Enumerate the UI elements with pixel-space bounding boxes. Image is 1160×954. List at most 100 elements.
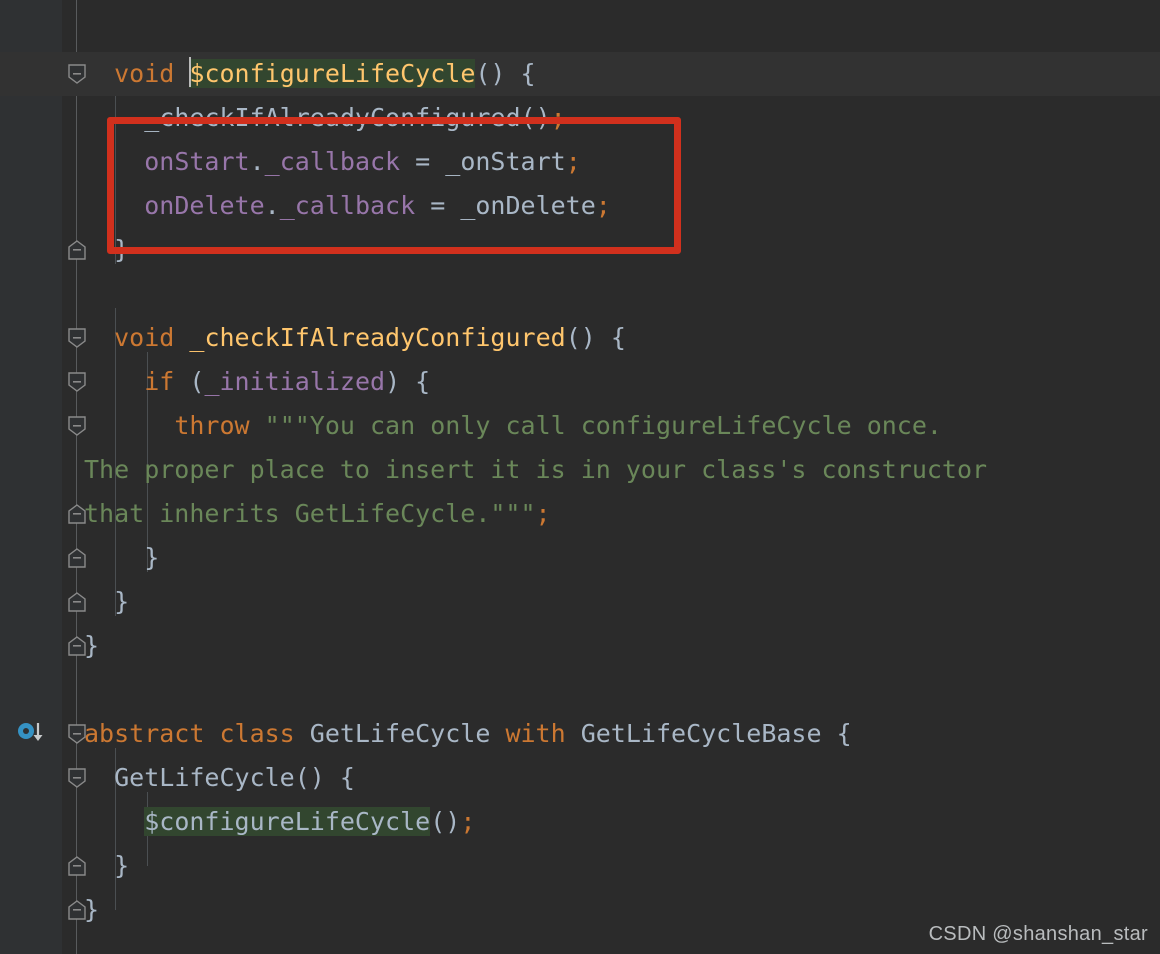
code-line[interactable] (0, 272, 1160, 316)
code-token: that inherits GetLifeCycle.""" (84, 499, 536, 528)
code-line-text: } (84, 228, 129, 272)
fold-marker-up-icon[interactable] (66, 546, 88, 570)
code-token: GetLifeCycleBase { (565, 719, 852, 748)
text-caret (189, 57, 192, 87)
code-token: onDelete (144, 191, 265, 220)
watermark: CSDN @shanshan_star (928, 923, 1148, 945)
fold-marker-down-icon[interactable] (66, 62, 88, 86)
code-token: . (249, 147, 265, 176)
overridden-member-icon[interactable] (16, 720, 50, 748)
code-editor[interactable]: void $configureLifeCycle() { _checkIfAlr… (0, 0, 1160, 954)
code-token: ( (174, 367, 205, 396)
code-token: ; (460, 807, 476, 836)
code-token: } (84, 587, 130, 616)
code-line[interactable]: } (0, 844, 1160, 888)
fold-marker-up-icon[interactable] (66, 898, 88, 922)
code-line-text: void _checkIfAlreadyConfigured() { (84, 316, 626, 360)
code-token: with (505, 719, 566, 748)
fold-marker-up-icon[interactable] (66, 854, 88, 878)
highlighted-occurrence: $configureLifeCycle (189, 57, 476, 88)
code-line[interactable]: void _checkIfAlreadyConfigured() { (0, 316, 1160, 360)
code-line[interactable]: } (0, 536, 1160, 580)
fold-marker-down-icon[interactable] (66, 722, 88, 746)
code-token: () { (475, 59, 536, 88)
code-line[interactable]: The proper place to insert it is in your… (0, 448, 1160, 492)
code-line-text: GetLifeCycle() { (84, 756, 355, 800)
code-line-text: $configureLifeCycle(); (84, 800, 475, 844)
code-line[interactable]: onStart._callback = _onStart; (0, 140, 1160, 184)
fold-marker-down-icon[interactable] (66, 414, 88, 438)
code-line[interactable]: abstract class GetLifeCycle with GetLife… (0, 712, 1160, 756)
code-token: ; (550, 103, 566, 132)
code-line[interactable]: _checkIfAlreadyConfigured(); (0, 96, 1160, 140)
code-line-text: The proper place to insert it is in your… (84, 448, 987, 492)
code-token: _onStart (445, 147, 566, 176)
code-token: throw (174, 411, 250, 440)
code-line[interactable]: } (0, 228, 1160, 272)
fold-marker-down-icon[interactable] (66, 766, 88, 790)
code-token: _checkIfAlreadyConfigured (144, 103, 521, 132)
code-line[interactable]: that inherits GetLifeCycle."""; (0, 492, 1160, 536)
code-line-text: onStart._callback = _onStart; (84, 140, 581, 184)
highlighted-occurrence: $configureLifeCycle (144, 807, 431, 836)
code-line-text: abstract class GetLifeCycle with GetLife… (84, 712, 852, 756)
code-line[interactable]: throw """You can only call configureLife… (0, 404, 1160, 448)
fold-marker-up-icon[interactable] (66, 238, 88, 262)
code-line[interactable]: } (0, 624, 1160, 668)
code-token: abstract class (84, 719, 295, 748)
code-line[interactable] (0, 668, 1160, 712)
code-line[interactable]: onDelete._callback = _onDelete; (0, 184, 1160, 228)
code-token: ; (535, 499, 551, 528)
fold-marker-up-icon[interactable] (66, 634, 88, 658)
code-token: onStart (144, 147, 250, 176)
code-token: () { (294, 763, 355, 792)
code-token: _onDelete (460, 191, 596, 220)
code-token: GetLifeCycle (294, 719, 506, 748)
code-line[interactable]: GetLifeCycle() { (0, 756, 1160, 800)
fold-marker-down-icon[interactable] (66, 370, 88, 394)
code-token: _initialized (204, 367, 386, 396)
code-token: = (400, 147, 446, 176)
code-line[interactable]: $configureLifeCycle(); (0, 800, 1160, 844)
code-content[interactable]: void $configureLifeCycle() { _checkIfAlr… (0, 0, 1160, 954)
code-token: void (114, 59, 175, 88)
code-token: () { (565, 323, 626, 352)
code-token: () (430, 807, 461, 836)
code-line-text: } (84, 580, 129, 624)
code-token: ; (565, 147, 581, 176)
code-token: ; (595, 191, 611, 220)
code-token: if (144, 367, 175, 396)
code-token: _callback (279, 191, 416, 220)
code-token: """You can only call configureLifeCycle … (264, 411, 942, 440)
code-token: _checkIfAlreadyConfigured (189, 323, 566, 352)
code-token: _callback (264, 147, 401, 176)
fold-marker-up-icon[interactable] (66, 502, 88, 526)
code-token: The proper place to insert it is in your… (84, 455, 988, 484)
code-line[interactable]: void $configureLifeCycle() { (0, 52, 1160, 96)
fold-marker-down-icon[interactable] (66, 326, 88, 350)
code-line[interactable]: if (_initialized) { (0, 360, 1160, 404)
code-token: ) { (385, 367, 431, 396)
code-line-text: onDelete._callback = _onDelete; (84, 184, 611, 228)
code-line[interactable]: } (0, 580, 1160, 624)
code-line-text: that inherits GetLifeCycle."""; (84, 492, 551, 536)
fold-marker-up-icon[interactable] (66, 590, 88, 614)
code-line-text: if (_initialized) { (84, 360, 430, 404)
code-line-text: } (84, 536, 159, 580)
code-line-text: throw """You can only call configureLife… (84, 404, 942, 448)
code-token: } (84, 543, 160, 572)
code-line-text: void $configureLifeCycle() { (84, 52, 536, 96)
code-line-text: _checkIfAlreadyConfigured(); (84, 96, 566, 140)
code-token: () (520, 103, 551, 132)
